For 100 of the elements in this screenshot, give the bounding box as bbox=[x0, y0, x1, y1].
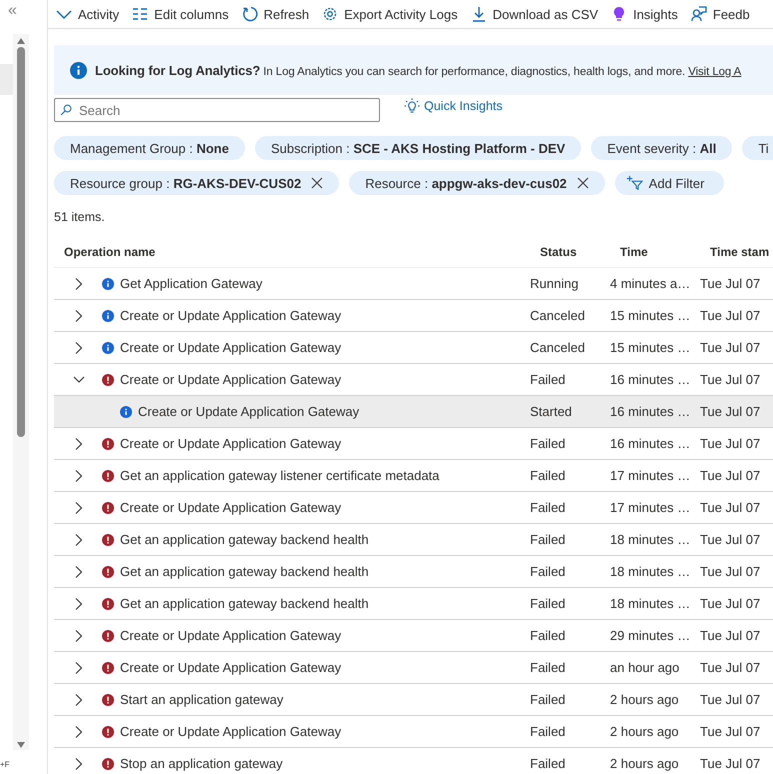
timestamp-cell-text: Tue Jul 07 bbox=[700, 500, 762, 515]
toolbar-button[interactable]: Download as CSV bbox=[470, 6, 598, 22]
timestamp-cell-text: Tue Jul 07 bbox=[700, 532, 762, 547]
time-cell-text: 4 minutes a… bbox=[610, 276, 692, 291]
scroll-down-icon[interactable] bbox=[17, 742, 25, 748]
time-cell-text: 18 minutes … bbox=[610, 596, 692, 611]
operation-name: Get Application Gateway bbox=[120, 276, 262, 291]
operation-name: Stop an application gateway bbox=[120, 756, 283, 771]
table-row[interactable]: Create or Update Application Gateway Failed an hour ago Tue Jul 07 bbox=[54, 652, 773, 684]
table-row[interactable]: Start an application gateway Failed 2 hours ago Tue Jul 07 bbox=[54, 684, 773, 716]
operation-name: Create or Update Application Gateway bbox=[120, 724, 342, 739]
toolbar-button[interactable]: Refresh bbox=[242, 6, 310, 22]
table-row[interactable]: Create or Update Application Gateway Failed 17 minutes … Tue Jul 07 bbox=[54, 492, 773, 524]
status-cell-text: Failed bbox=[530, 628, 566, 643]
filter-chip[interactable]: Management Group : None bbox=[54, 136, 245, 160]
filter-chip[interactable]: Ti bbox=[742, 136, 773, 160]
status-cell-text: Failed bbox=[530, 564, 566, 579]
timestamp-cell-text: Tue Jul 07 bbox=[700, 628, 762, 643]
table-row[interactable]: Stop an application gateway Failed 2 hours ago Tue Jul 07 bbox=[54, 748, 773, 774]
quick-insights-button[interactable]: Quick Insights bbox=[404, 98, 503, 114]
table-row[interactable]: Create or Update Application Gateway Failed 2 hours ago Tue Jul 07 bbox=[54, 716, 773, 748]
info-icon bbox=[102, 310, 114, 322]
chevron-right-icon[interactable] bbox=[73, 694, 85, 706]
timestamp-cell-text: Tue Jul 07 bbox=[700, 692, 762, 707]
chevron-right-icon[interactable] bbox=[73, 598, 85, 610]
column-header[interactable]: Status bbox=[540, 244, 620, 258]
toolbar-button[interactable]: Export Activity Logs bbox=[322, 6, 458, 22]
scroll-up-icon[interactable] bbox=[17, 38, 25, 44]
chevron-right-icon[interactable] bbox=[73, 726, 85, 738]
chevron-right-icon[interactable] bbox=[73, 662, 85, 674]
timestamp-cell-text: Tue Jul 07 bbox=[700, 660, 762, 675]
toolbar-button[interactable]: Edit columns bbox=[132, 6, 229, 22]
time-cell-text: 2 hours ago bbox=[610, 756, 680, 771]
chevron-right-icon[interactable] bbox=[73, 630, 85, 642]
time-cell-text: 17 minutes … bbox=[610, 468, 692, 483]
time-cell-text: 18 minutes … bbox=[610, 532, 692, 547]
chevron-right-icon[interactable] bbox=[73, 566, 85, 578]
search-icon bbox=[60, 104, 72, 116]
close-icon[interactable] bbox=[311, 177, 324, 189]
time-cell-text: an hour ago bbox=[610, 660, 680, 675]
toolbar-button[interactable]: Feedb bbox=[690, 6, 750, 22]
time-cell-text: 17 minutes … bbox=[610, 500, 692, 515]
filter-chip[interactable]: Resource : appgw-aks-dev-cus02 bbox=[349, 171, 605, 195]
table-row[interactable]: Get an application gateway backend health Failed 18 minutes … Tue Jul 07 bbox=[54, 556, 773, 588]
timestamp-cell-text: Tue Jul 07 bbox=[700, 436, 762, 451]
error-icon bbox=[102, 534, 114, 546]
table-row[interactable]: Create or Update Application Gateway Canceled 15 minutes … Tue Jul 07 bbox=[54, 332, 773, 364]
status-cell-text: Failed bbox=[530, 756, 566, 771]
scrollbar[interactable] bbox=[13, 34, 29, 750]
chevron-right-icon[interactable] bbox=[73, 438, 85, 450]
error-icon bbox=[102, 598, 114, 610]
feedback-icon bbox=[690, 6, 707, 22]
status-cell-text: Failed bbox=[530, 372, 566, 387]
chevron-right-icon[interactable] bbox=[73, 310, 85, 322]
time-cell-text: 29 minutes … bbox=[610, 628, 692, 643]
table-row[interactable]: Get Application Gateway Running 4 minutes a… Tue Jul 07 bbox=[54, 268, 773, 300]
close-icon[interactable] bbox=[576, 177, 589, 189]
timestamp-cell-text: Tue Jul 07 bbox=[700, 276, 762, 291]
table-row[interactable]: Create or Update Application Gateway Canceled 15 minutes … Tue Jul 07 bbox=[54, 300, 773, 332]
info-icon bbox=[120, 406, 132, 418]
chevron-down-icon[interactable] bbox=[73, 374, 85, 386]
status-cell-text: Failed bbox=[530, 660, 566, 675]
error-icon bbox=[102, 726, 114, 738]
table-row[interactable]: Get an application gateway backend health Failed 18 minutes … Tue Jul 07 bbox=[54, 524, 773, 556]
banner-text: Looking for Log Analytics? In Log Analytics you can search for performance, diagnostics, health logs, and more. Visit Log A bbox=[95, 62, 742, 78]
filter-chip[interactable]: Subscription : SCE - AKS Hosting Platform - DEV bbox=[254, 136, 582, 160]
log-analytics-link[interactable]: Visit Log A bbox=[688, 66, 742, 78]
operation-name: Create or Update Application Gateway bbox=[120, 500, 342, 515]
table-row[interactable]: Get an application gateway listener certificate metadata Failed 17 minutes … Tue Jul 07 bbox=[54, 460, 773, 492]
toolbar-button[interactable]: Activity bbox=[56, 6, 120, 22]
chevron-right-icon[interactable] bbox=[73, 502, 85, 514]
column-header[interactable]: Operation name bbox=[54, 244, 540, 258]
filter-chip[interactable]: Event severity : All bbox=[591, 136, 732, 160]
chevron-right-icon[interactable] bbox=[73, 534, 85, 546]
column-header[interactable]: Time bbox=[620, 244, 710, 258]
chevron-right-icon[interactable] bbox=[73, 758, 85, 770]
timestamp-cell-text: Tue Jul 07 bbox=[700, 372, 762, 387]
time-cell-text: 18 minutes … bbox=[610, 564, 692, 579]
collapse-button[interactable]: « bbox=[8, 2, 17, 20]
table-row[interactable]: Get an application gateway backend health Failed 18 minutes … Tue Jul 07 bbox=[54, 588, 773, 620]
chevron-right-icon[interactable] bbox=[73, 342, 85, 354]
table-row[interactable]: Create or Update Application Gateway Failed 16 minutes … Tue Jul 07 bbox=[54, 428, 773, 460]
error-icon bbox=[102, 566, 114, 578]
error-icon bbox=[102, 502, 114, 514]
info-icon bbox=[102, 278, 114, 290]
filter-chip[interactable]: Resource group : RG-AKS-DEV-CUS02 bbox=[54, 171, 340, 195]
table-row[interactable]: Create or Update Application Gateway Started 16 minutes … Tue Jul 07 bbox=[54, 396, 773, 428]
toolbar-button[interactable]: Insights bbox=[611, 6, 678, 22]
column-header[interactable]: Time stam bbox=[710, 244, 773, 258]
chevron-right-icon[interactable] bbox=[73, 470, 85, 482]
add-filter-button[interactable]: Add Filter bbox=[614, 171, 724, 195]
timestamp-cell-text: Tue Jul 07 bbox=[700, 404, 762, 419]
scrollbar-thumb[interactable] bbox=[17, 47, 25, 437]
table-row[interactable]: Create or Update Application Gateway Failed 29 minutes … Tue Jul 07 bbox=[54, 620, 773, 652]
operation-name: Create or Update Application Gateway bbox=[120, 660, 342, 675]
status-cell-text: Failed bbox=[530, 724, 566, 739]
status-cell-text: Canceled bbox=[530, 340, 586, 355]
search-field[interactable]: Search bbox=[54, 98, 380, 122]
timestamp-cell-text: Tue Jul 07 bbox=[700, 564, 762, 579]
chevron-right-icon[interactable] bbox=[73, 278, 85, 290]
